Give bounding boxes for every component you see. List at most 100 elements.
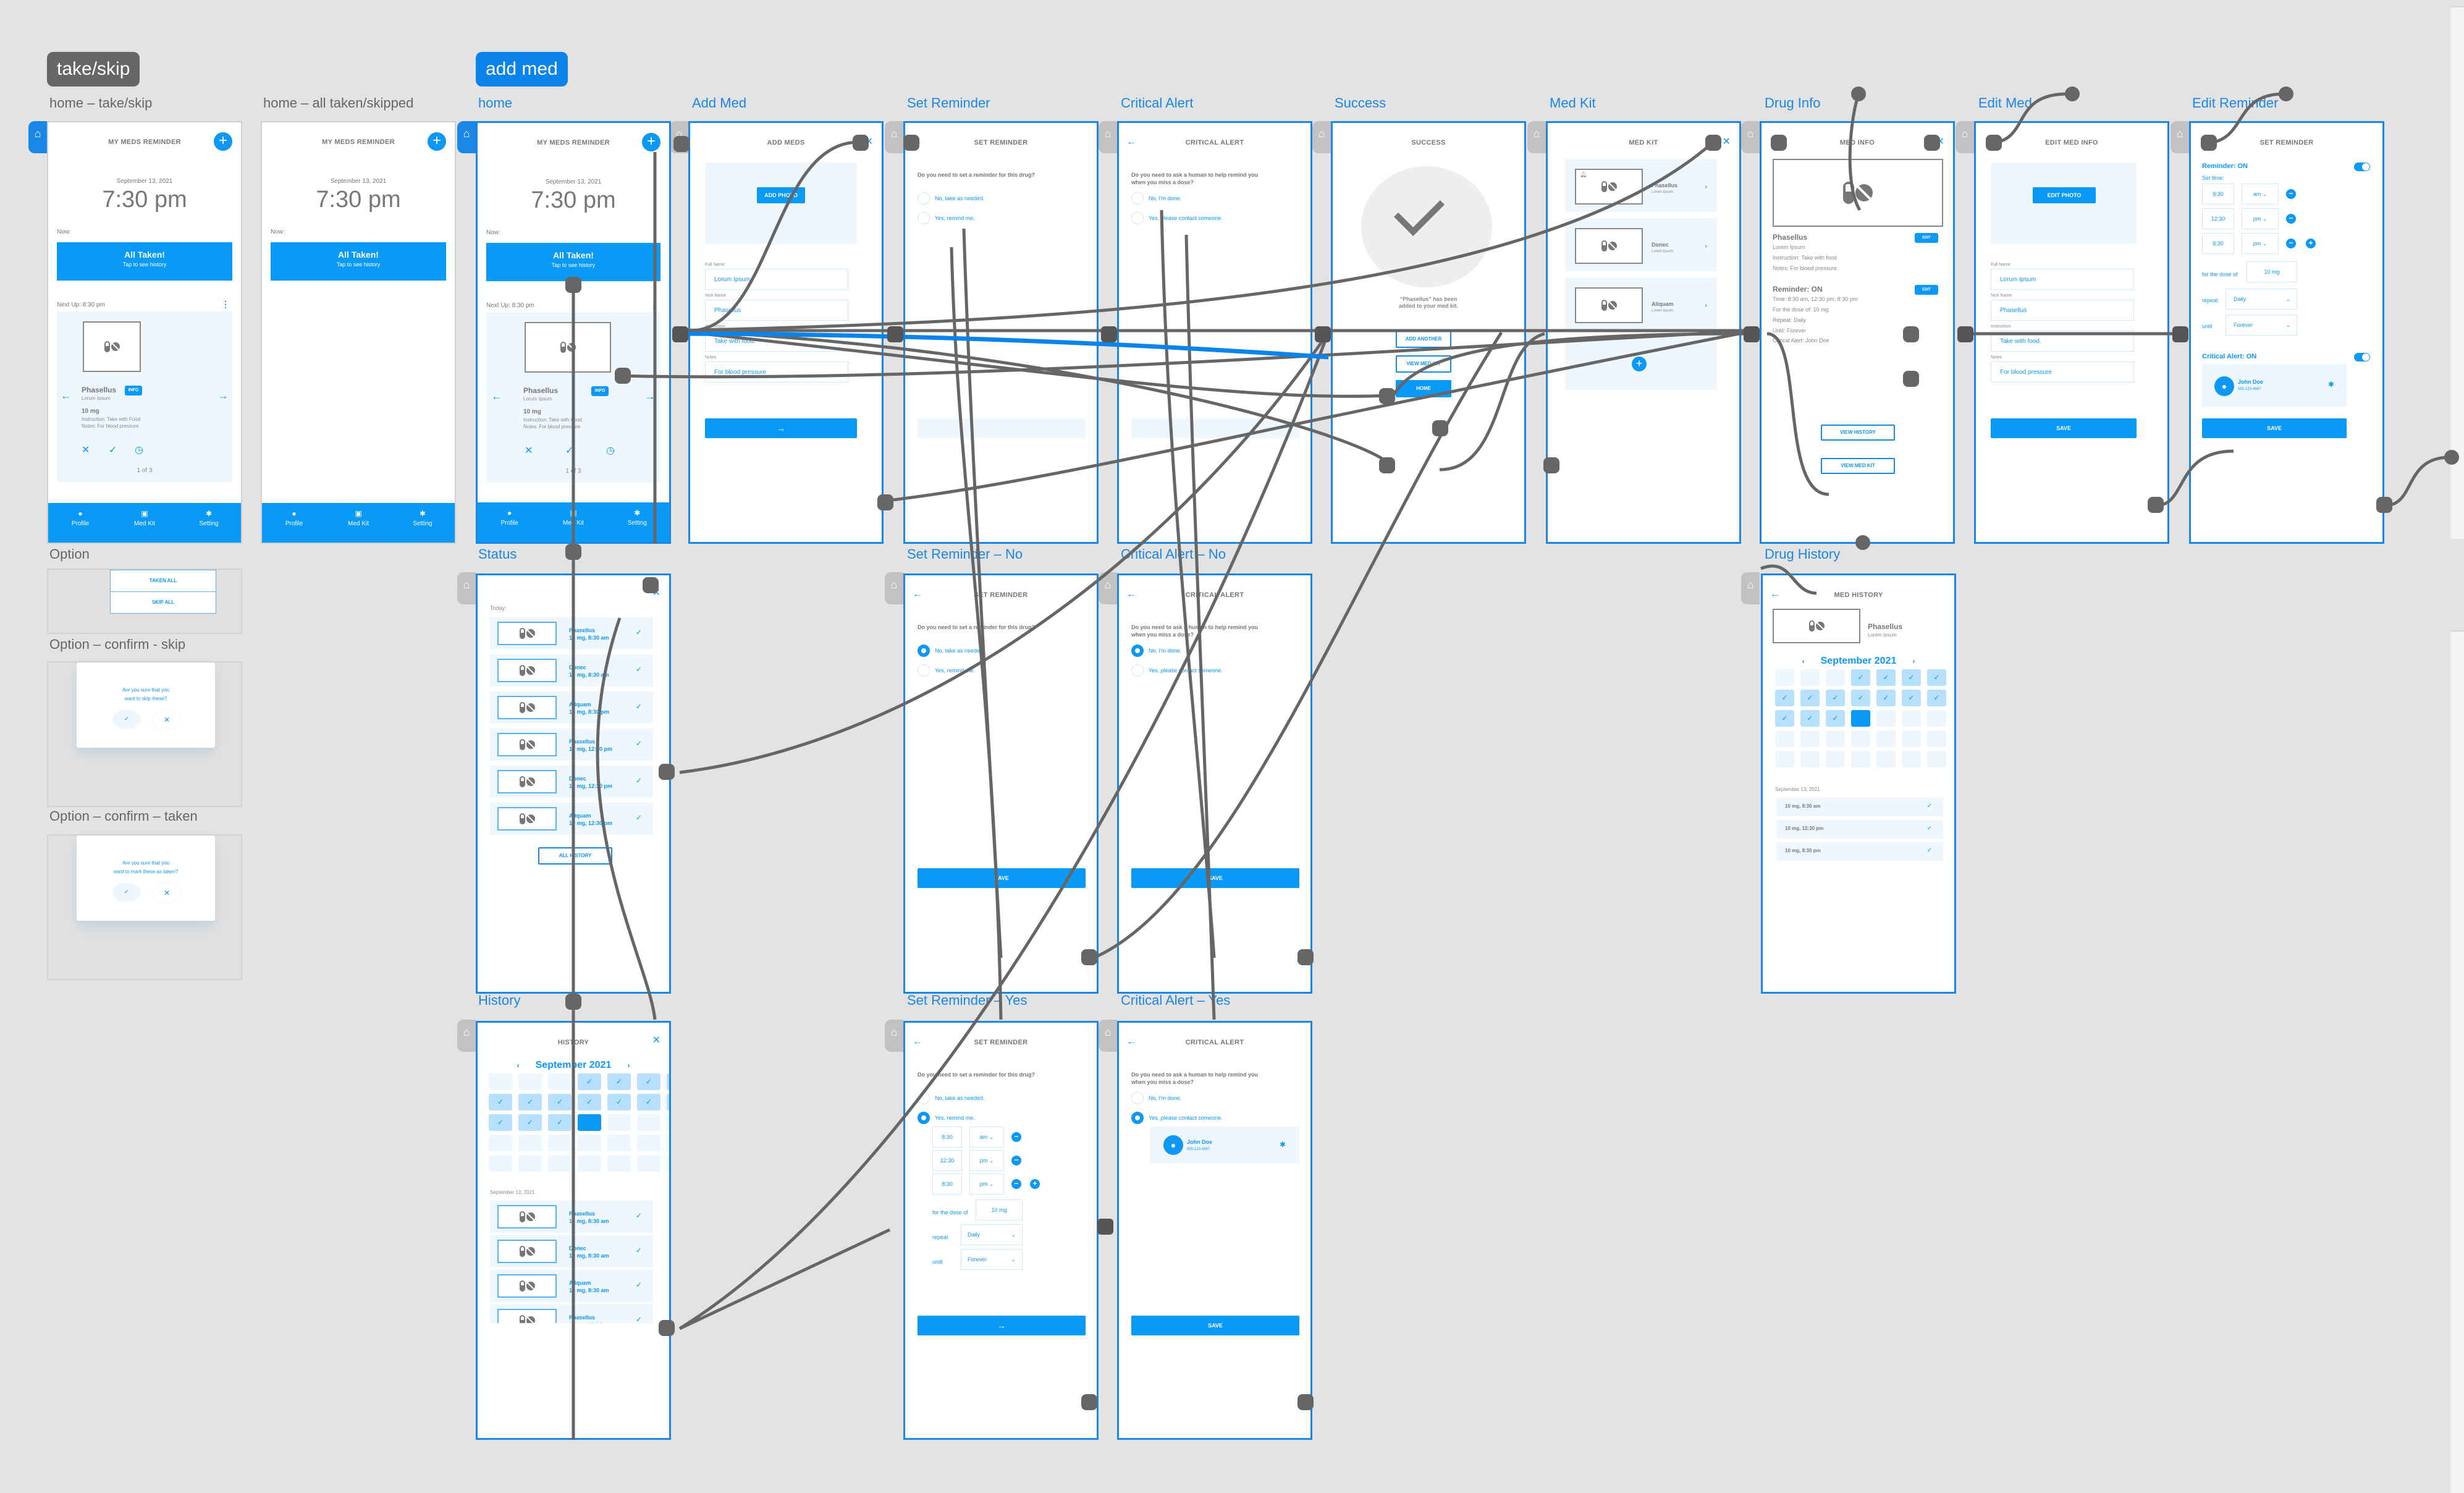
contact-card[interactable]: ● John Doe 555-123-4567 ✱: [2202, 364, 2347, 407]
calendar-day-empty[interactable]: [489, 1135, 512, 1151]
calendar-day-empty[interactable]: [637, 1135, 660, 1151]
add-another-button[interactable]: ADD ANOTHER: [1396, 331, 1451, 348]
calendar-day-empty[interactable]: [518, 1155, 542, 1172]
calendar-day-empty[interactable]: [548, 1135, 572, 1151]
snooze-clock-icon[interactable]: ◷: [606, 444, 615, 457]
calendar-day-done[interactable]: ✓: [1775, 710, 1794, 727]
home-icon[interactable]: ⌂: [1099, 572, 1117, 604]
home-icon[interactable]: ⌂: [885, 572, 903, 604]
calendar-day-done[interactable]: ✓: [578, 1073, 601, 1090]
more-options-icon[interactable]: ⋮: [221, 299, 230, 310]
status-row[interactable]: Donec 10 mg, 8:30 am ✓: [490, 654, 653, 687]
dose-input[interactable]: 10 mg: [976, 1199, 1023, 1220]
info-button[interactable]: INFO: [125, 386, 142, 395]
until-select[interactable]: Forever ⌄: [2226, 315, 2297, 336]
calendar-day-done[interactable]: ✓: [548, 1114, 572, 1131]
calendar-day-empty[interactable]: [1775, 669, 1794, 686]
prev-arrow-icon[interactable]: ←: [61, 389, 72, 402]
period-select[interactable]: pm ⌄: [969, 1174, 1004, 1195]
nick-name-input[interactable]: Phasellus: [705, 300, 848, 321]
calendar-day-done[interactable]: ✓: [548, 1094, 572, 1110]
calendar-day-empty[interactable]: [1876, 710, 1896, 727]
menu-item-skip-all[interactable]: SKIP ALL: [111, 591, 216, 613]
repeat-select[interactable]: Daily ⌄: [2226, 289, 2297, 310]
dose-history-row[interactable]: 10 mg, 8:30 am ✓: [1776, 798, 1943, 816]
save-button[interactable]: SAVE: [1131, 868, 1299, 888]
calendar-day-today[interactable]: [1851, 710, 1870, 727]
add-med-button[interactable]: +: [428, 132, 446, 151]
nav-profile[interactable]: ● Profile: [49, 503, 112, 543]
calendar-day-empty[interactable]: [1902, 710, 1921, 727]
calendar-day-empty[interactable]: [637, 1155, 660, 1172]
prev-month-icon[interactable]: ‹: [1802, 657, 1805, 666]
calendar-day-empty[interactable]: [1826, 730, 1845, 747]
calendar-day-done[interactable]: ✓: [667, 1073, 669, 1090]
next-arrow-icon[interactable]: →: [644, 390, 656, 403]
close-icon[interactable]: ✕: [865, 135, 873, 148]
status-row[interactable]: Donec 10 mg, 12:30 pm ✓: [490, 766, 653, 798]
full-name-input[interactable]: Lorum Ipsum: [1991, 269, 2134, 290]
remove-time-icon[interactable]: −: [1011, 1132, 1021, 1142]
home-icon[interactable]: ⌂: [1741, 572, 1760, 604]
calendar-day-empty[interactable]: [578, 1135, 601, 1151]
confirm-yes-button[interactable]: ✓: [112, 709, 141, 729]
calendar-day-empty[interactable]: [1800, 669, 1820, 686]
home-icon[interactable]: ⌂: [1527, 121, 1546, 153]
history-row[interactable]: Phasellus 10 mg, 8:30 am ✓: [490, 1201, 653, 1233]
radio-no[interactable]: No, I'm done.: [1131, 1092, 1181, 1104]
nav-setting[interactable]: ✱ Setting: [605, 502, 669, 542]
dose-input[interactable]: 10 mg: [2247, 261, 2297, 282]
calendar-day-empty[interactable]: [548, 1155, 572, 1172]
calendar-day-done[interactable]: ✓: [637, 1094, 660, 1110]
time-input[interactable]: 8:30: [932, 1174, 962, 1195]
all-taken-banner[interactable]: All Taken! Tap to see history: [57, 242, 232, 281]
calendar-day-empty[interactable]: [1800, 751, 1820, 768]
calendar-day-empty[interactable]: [667, 1155, 669, 1172]
calendar-day-done[interactable]: ✓: [489, 1094, 512, 1110]
status-row[interactable]: Aliquam 10 mg, 12:30 pm ✓: [490, 803, 653, 835]
radio-no[interactable]: No, I'm done.: [1131, 645, 1181, 657]
calendar-day-empty[interactable]: [1826, 751, 1845, 768]
calendar-day-empty[interactable]: [489, 1073, 512, 1090]
calendar-day-done[interactable]: ✓: [1800, 690, 1820, 706]
time-input[interactable]: 8:30: [932, 1127, 962, 1148]
all-history-button[interactable]: ALL HISTORY: [538, 847, 612, 865]
full-name-input[interactable]: Lorum Ipsum: [705, 269, 848, 290]
calendar-day-done[interactable]: ✓: [1851, 669, 1870, 686]
calendar-day-empty[interactable]: [637, 1114, 660, 1131]
remove-time-icon[interactable]: −: [1011, 1179, 1021, 1189]
menu-item-taken-all[interactable]: TAKEN ALL: [111, 570, 216, 591]
reminder-toggle[interactable]: [2354, 163, 2370, 171]
add-med-tile[interactable]: +: [1565, 337, 1717, 390]
next-month-icon[interactable]: ›: [627, 1061, 630, 1070]
critical-alert-toggle[interactable]: [2354, 353, 2370, 362]
view-history-button[interactable]: VIEW HISTORY: [1821, 425, 1895, 441]
view-med-kit-button[interactable]: VIEW MED KIT: [1396, 355, 1451, 373]
calendar-day-done[interactable]: ✓: [489, 1114, 512, 1131]
edit-reminder-button[interactable]: EDIT: [1915, 285, 1938, 295]
calendar-day-empty[interactable]: [1775, 730, 1794, 747]
home-icon[interactable]: ⌂: [28, 121, 47, 153]
next-button[interactable]: →: [705, 418, 857, 438]
more-options-icon[interactable]: ⋮: [649, 300, 658, 310]
calendar-day-done[interactable]: ✓: [1876, 669, 1896, 686]
close-icon[interactable]: ✕: [1936, 135, 1944, 148]
calendar-day-done[interactable]: ✓: [1902, 690, 1921, 706]
gear-icon[interactable]: ✱: [2328, 380, 2334, 389]
view-med-kit-button[interactable]: VIEW MED KIT: [1821, 458, 1895, 474]
calendar-day-done[interactable]: ✓: [1927, 690, 1946, 706]
prev-month-icon[interactable]: ‹: [517, 1061, 520, 1070]
med-kit-item[interactable]: Aliquam Lorem Ipsum ›: [1565, 277, 1717, 331]
all-taken-banner[interactable]: All Taken! Tap to see history: [486, 243, 660, 281]
calendar-day-done[interactable]: ✓: [1800, 710, 1820, 727]
home-icon[interactable]: ⌂: [2171, 121, 2189, 153]
remove-time-icon[interactable]: −: [2286, 239, 2296, 248]
calendar-day-done[interactable]: ✓: [1775, 690, 1794, 706]
instruction-input[interactable]: Take with food.: [1991, 331, 2134, 352]
gear-icon[interactable]: ✱: [1280, 1140, 1286, 1149]
flow-tag-take-skip[interactable]: take/skip: [47, 52, 140, 87]
remove-time-icon[interactable]: −: [2286, 189, 2296, 199]
time-input[interactable]: 8:30: [2202, 184, 2234, 205]
period-select[interactable]: pm ⌄: [2242, 233, 2279, 254]
confirm-no-button[interactable]: ✕: [152, 709, 182, 730]
